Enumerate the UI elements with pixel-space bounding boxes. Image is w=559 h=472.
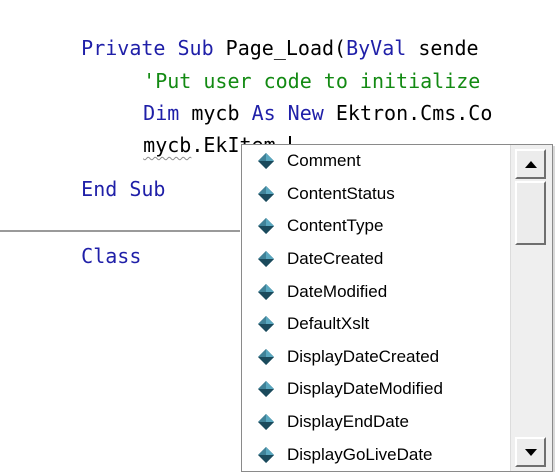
completion-item[interactable]: ContentStatus: [242, 178, 508, 211]
property-icon: [258, 414, 274, 431]
completion-item[interactable]: DisplayDateCreated: [242, 341, 508, 374]
code-line-3: Dim mycb As New Ektron.Cms.Co: [95, 65, 492, 125]
code-editor[interactable]: Private Sub Page_Load(ByVal sende 'Put u…: [0, 0, 559, 472]
completion-item[interactable]: DateCreated: [242, 243, 508, 276]
completion-item[interactable]: DisplayDateModified: [242, 373, 508, 406]
property-icon: [258, 283, 274, 300]
completion-item-label: DisplayGoLiveDate: [287, 444, 433, 464]
property-icon: [258, 153, 274, 170]
arrow-down-icon: [524, 448, 537, 456]
code-line-1: Private Sub Page_Load(ByVal sende: [33, 0, 478, 60]
completion-item-label: DateModified: [287, 281, 388, 301]
code-text: Ektron.Cms.Co: [335, 101, 493, 125]
completion-item[interactable]: DisplayGoLiveDate: [242, 438, 508, 471]
completion-item[interactable]: DefaultXslt: [242, 308, 508, 341]
completion-item-label: ContentType: [287, 216, 384, 236]
completion-item[interactable]: DisplayEndDate: [242, 406, 508, 439]
property-icon: [258, 348, 274, 365]
completion-item-label: DefaultXslt: [287, 314, 370, 334]
property-icon: [258, 446, 274, 463]
scroll-up-button[interactable]: [515, 149, 546, 179]
completion-item-label: DisplayDateModified: [287, 379, 443, 399]
scroll-thumb[interactable]: [515, 181, 546, 245]
intellisense-completion-list[interactable]: Comment ContentStatus ContentType DateCreat…: [241, 144, 553, 472]
code-line-4: mycb.EkItem.: [95, 97, 291, 158]
code-line-2: 'Put user code to initialize: [95, 33, 480, 93]
completion-items: Comment ContentStatus ContentType DateCreat…: [242, 145, 508, 471]
completion-item[interactable]: DateModified: [242, 275, 508, 308]
completion-item[interactable]: Comment: [242, 145, 508, 178]
property-icon: [258, 381, 274, 398]
property-icon: [258, 185, 274, 202]
scroll-down-button[interactable]: [515, 437, 546, 467]
property-icon: [258, 218, 274, 235]
completion-item-label: Comment: [287, 151, 361, 171]
class-separator-line: [0, 230, 240, 232]
completion-item[interactable]: ContentType: [242, 210, 508, 243]
code-line-6: Class: [33, 208, 141, 268]
keyword: End Sub: [81, 177, 166, 201]
completion-item-label: DisplayEndDate: [287, 412, 409, 432]
completion-item-label: ContentStatus: [287, 183, 395, 203]
arrow-up-icon: [524, 160, 537, 168]
completion-scrollbar[interactable]: [510, 145, 552, 471]
property-icon: [258, 316, 274, 333]
property-icon: [258, 251, 274, 268]
keyword: Class: [81, 244, 142, 268]
completion-item-label: DateCreated: [287, 249, 384, 269]
completion-item-label: DisplayDateCreated: [287, 346, 440, 366]
code-line-5: End Sub: [33, 141, 165, 201]
